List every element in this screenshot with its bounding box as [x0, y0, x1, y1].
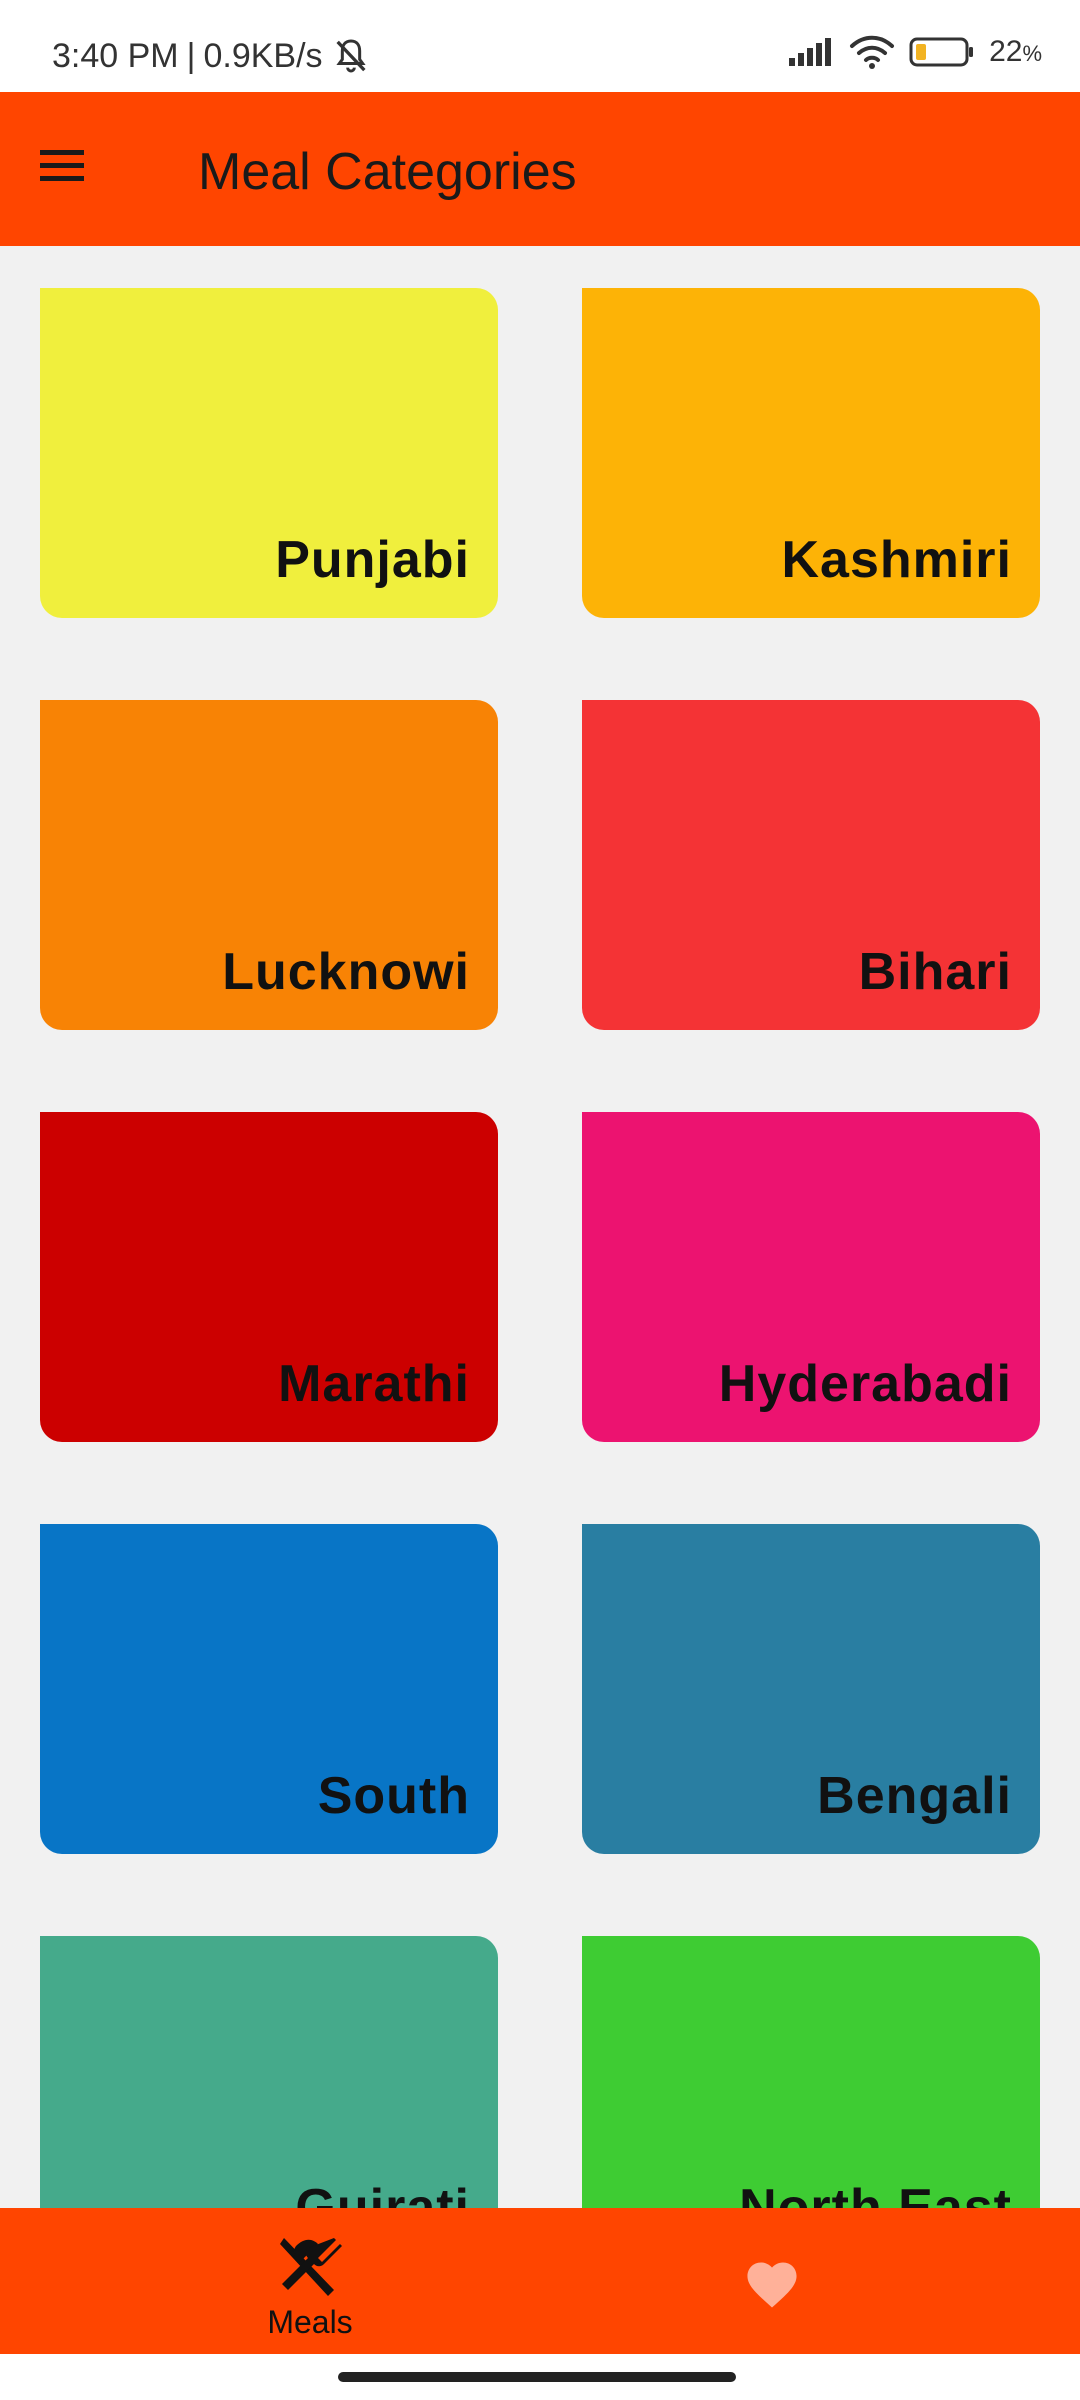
- signal-icon: [789, 38, 832, 66]
- category-label: Kashmiri: [781, 531, 1012, 589]
- category-tile-marathi[interactable]: Marathi: [40, 1112, 498, 1442]
- category-tile-hyderabadi[interactable]: Hyderabadi: [582, 1112, 1040, 1442]
- category-tile-lucknowi[interactable]: Lucknowi: [40, 700, 498, 1030]
- status-network-speed: 0.9KB/s: [203, 36, 323, 75]
- status-time: 3:40 PM: [52, 36, 179, 75]
- nav-tab-meals[interactable]: Meals: [0, 2208, 540, 2354]
- gesture-area: [0, 2354, 1080, 2400]
- battery-unit: %: [1022, 41, 1042, 66]
- battery-percent: 22: [989, 35, 1023, 68]
- category-label: Lucknowi: [222, 943, 470, 1001]
- bottom-nav: Meals: [0, 2208, 1080, 2354]
- category-tile-punjabi[interactable]: Punjabi: [40, 288, 498, 618]
- battery-level: 22%: [989, 35, 1042, 69]
- category-label: Bihari: [858, 943, 1012, 1001]
- category-label: Punjabi: [275, 531, 470, 589]
- wifi-icon: [850, 35, 895, 69]
- category-label: Marathi: [278, 1355, 470, 1413]
- hamburger-menu-icon[interactable]: [40, 148, 84, 184]
- category-tile-bihari[interactable]: Bihari: [582, 700, 1040, 1030]
- notifications-muted-icon: [335, 39, 366, 73]
- category-label: Bengali: [817, 1767, 1012, 1825]
- nav-tab-meals-label: Meals: [267, 2304, 353, 2340]
- nav-tab-favorites[interactable]: [540, 2208, 1080, 2354]
- status-right: 22%: [787, 34, 1042, 70]
- category-label: South: [317, 1767, 470, 1825]
- fork-knife-icon: [280, 2238, 342, 2296]
- status-left: 3:40 PM | 0.9KB/s: [52, 36, 371, 76]
- battery-icon: [909, 37, 974, 67]
- status-separator: |: [186, 36, 196, 75]
- home-gesture-bar[interactable]: [338, 2372, 736, 2382]
- category-tile-bengali[interactable]: Bengali: [582, 1524, 1040, 1854]
- app-bar: Meal Categories: [0, 92, 1080, 246]
- heart-icon: [747, 2262, 797, 2308]
- category-tile-south[interactable]: South: [40, 1524, 498, 1854]
- category-label: Hyderabadi: [718, 1355, 1012, 1413]
- page-title: Meal Categories: [198, 143, 577, 201]
- category-tile-kashmiri[interactable]: Kashmiri: [582, 288, 1040, 618]
- status-bar: 3:40 PM | 0.9KB/s 22%: [0, 0, 1080, 92]
